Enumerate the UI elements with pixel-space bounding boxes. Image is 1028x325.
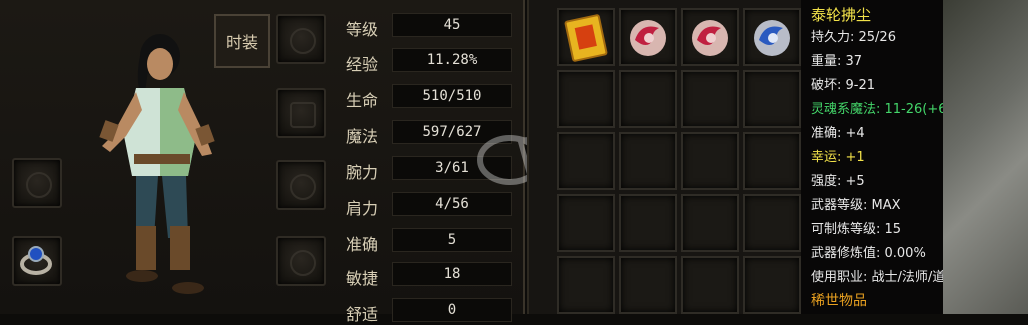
stat-row-level: 等级 45 (340, 13, 512, 39)
stat-value: 5 (392, 228, 512, 252)
tooltip-attribute-line: 武器修炼值: 0.00% (811, 246, 926, 261)
inventory-slot[interactable] (681, 194, 739, 252)
stat-row-shoulder: 肩力 4/56 (340, 192, 512, 218)
stat-row-agility: 敏捷 18 (340, 262, 512, 288)
stat-value: 45 (392, 13, 512, 37)
item-rarity: 稀世物品 (811, 293, 867, 309)
stat-label: 肩力 (346, 199, 379, 218)
inventory-slot[interactable] (681, 256, 739, 314)
inventory-slot[interactable] (557, 132, 615, 190)
game-scene-background (943, 0, 1028, 314)
stat-row-hp: 生命 510/510 (340, 84, 512, 110)
stat-value: 4/56 (392, 192, 512, 216)
inventory-slot[interactable] (619, 70, 677, 128)
inventory-slot[interactable] (743, 70, 801, 128)
fashion-button[interactable]: 时装 (214, 14, 270, 68)
stat-label: 等级 (346, 20, 379, 39)
red-orb-icon (692, 20, 728, 56)
tooltip-attribute-line: 强度: +5 (811, 174, 865, 189)
inventory-slot[interactable] (557, 194, 615, 252)
inventory-slot[interactable] (619, 8, 677, 66)
tooltip-attribute-line: 使用职业: 战士/法师/道士 (811, 270, 959, 285)
stat-label: 腕力 (346, 163, 379, 182)
inventory-slot[interactable] (557, 256, 615, 314)
blue-orb-icon (754, 20, 790, 56)
stat-label: 准确 (346, 235, 379, 254)
tooltip-attribute-line: 幸运: +1 (811, 150, 865, 165)
stat-label: 舒适 (346, 305, 379, 324)
inventory-slot[interactable] (557, 8, 615, 66)
stat-value: 11.28% (392, 48, 512, 72)
red-orb-icon (630, 20, 666, 56)
equip-slot-ring-left[interactable] (12, 236, 62, 286)
equip-slot-necklace[interactable] (276, 14, 326, 64)
inventory-slot[interactable] (619, 132, 677, 190)
stat-row-exp: 经验 11.28% (340, 48, 512, 74)
stat-label: 敏捷 (346, 269, 379, 288)
equip-slot-bracelet-right[interactable] (276, 160, 326, 210)
stat-value: 18 (392, 262, 512, 286)
inventory-slot[interactable] (557, 70, 615, 128)
stat-value: 0 (392, 298, 512, 322)
scroll-icon (564, 14, 608, 62)
blue-gem-ring-icon (20, 246, 52, 275)
inventory-slot[interactable] (681, 132, 739, 190)
stat-value: 510/510 (392, 84, 512, 108)
inventory-slot[interactable] (681, 8, 739, 66)
character-figure (99, 34, 215, 294)
stat-label: 经验 (346, 55, 379, 74)
character-panel: 时装 等级 45 经验 11.28% 生命 510/510 魔法 597/627… (0, 0, 525, 324)
stat-row-comfort: 舒适 0 (340, 298, 512, 324)
stat-label: 魔法 (346, 127, 379, 146)
tooltip-attribute-line: 持久力: 25/26 (811, 30, 896, 45)
tooltip-attribute-line: 准确: +4 (811, 126, 865, 141)
tooltip-attribute-line: 重量: 37 (811, 54, 863, 69)
inventory-panel (527, 0, 801, 314)
inventory-slot[interactable] (743, 194, 801, 252)
tooltip-attribute-line: 破坏: 9-21 (811, 78, 876, 93)
inventory-slot[interactable] (743, 8, 801, 66)
tooltip-attribute-line: 可制炼等级: 15 (811, 222, 902, 237)
equip-slot-ring-right[interactable] (276, 236, 326, 286)
inventory-slot[interactable] (743, 256, 801, 314)
equip-slot-bracelet-left[interactable] (12, 158, 62, 208)
item-name: 泰轮拂尘 (811, 6, 872, 24)
stat-row-accuracy: 准确 5 (340, 228, 512, 254)
inventory-slot[interactable] (619, 194, 677, 252)
tooltip-attribute-line: 灵魂系魔法: 11-26(+6-9) (811, 102, 965, 117)
item-tooltip: 泰轮拂尘 持久力: 25/26 重量: 37 破坏: 9-21 灵魂系魔法: 11-2… (801, 0, 965, 314)
stat-label: 生命 (346, 91, 379, 110)
inventory-slot[interactable] (619, 256, 677, 314)
inventory-slot[interactable] (681, 70, 739, 128)
equip-slot-armor[interactable] (276, 88, 326, 138)
tooltip-attribute-line: 武器等级: MAX (811, 198, 901, 213)
inventory-slot[interactable] (743, 132, 801, 190)
